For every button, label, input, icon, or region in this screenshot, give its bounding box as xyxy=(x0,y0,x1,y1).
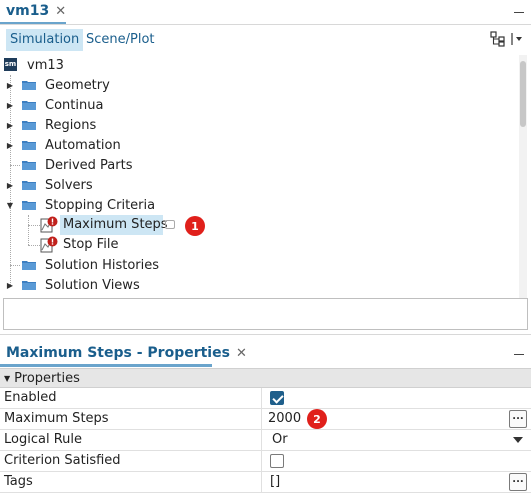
maximum-steps-field[interactable]: 2000 xyxy=(268,409,301,429)
callout-badge: 2 xyxy=(307,409,327,429)
tree-item-label: Solution Histories xyxy=(45,257,160,273)
expand-icon[interactable]: ▶ xyxy=(5,75,15,95)
properties-section-header[interactable]: ▼ Properties xyxy=(0,368,531,388)
tree-guide-line xyxy=(28,245,40,246)
tree-item-label: Maximum Steps xyxy=(63,217,168,232)
logical-rule-select[interactable]: Or xyxy=(272,430,288,450)
tree-item-geometry[interactable]: ▶ Geometry xyxy=(0,75,300,95)
minimize-icon[interactable] xyxy=(514,354,524,355)
tree-item-label: Stop File xyxy=(63,237,119,252)
tab-vm13[interactable]: vm13 ✕ xyxy=(0,0,72,22)
property-row-logical-rule: Logical Rule Or xyxy=(0,430,531,451)
tree-guide-line xyxy=(10,165,20,166)
property-name: Enabled xyxy=(4,388,262,408)
sim-icon: sm xyxy=(4,58,17,71)
expand-icon[interactable]: ▶ xyxy=(5,175,15,195)
tree-item-label: Continua xyxy=(45,97,104,113)
tree-item-maximum-steps[interactable]: Maximum Steps xyxy=(40,215,190,235)
tab-simulation-label: Simulation xyxy=(10,32,80,47)
tab-properties[interactable]: Maximum Steps - Properties ✕ xyxy=(0,342,253,364)
tags-field[interactable]: [] xyxy=(270,472,280,492)
property-name: Logical Rule xyxy=(4,430,262,450)
tree-item-derived-parts[interactable]: Derived Parts xyxy=(0,155,300,175)
criterion-satisfied-checkbox[interactable] xyxy=(270,454,284,468)
close-icon[interactable]: ✕ xyxy=(55,4,66,19)
expand-icon[interactable]: ▶ xyxy=(5,135,15,155)
folder-icon xyxy=(22,200,36,210)
property-row-maximum-steps: Maximum Steps 2000 2 ... xyxy=(0,409,531,430)
divider xyxy=(0,24,531,25)
property-name: Maximum Steps xyxy=(4,409,262,429)
property-name: Criterion Satisfied xyxy=(4,451,262,471)
expand-icon[interactable]: ▶ xyxy=(5,115,15,135)
folder-icon xyxy=(22,100,36,110)
scrollbar-thumb[interactable] xyxy=(520,61,526,127)
tab-simulation[interactable]: Simulation xyxy=(6,29,84,51)
description-box xyxy=(3,298,528,330)
property-row-criterion-satisfied: Criterion Satisfied xyxy=(0,451,531,472)
tree-item-regions[interactable]: ▶ Regions xyxy=(0,115,300,135)
tree-item-label: Regions xyxy=(45,117,97,133)
collapse-icon[interactable]: ▼ xyxy=(4,374,10,383)
callout-badge: 1 xyxy=(185,216,205,236)
tree-guide-line xyxy=(28,225,40,226)
comment-icon xyxy=(165,220,175,229)
tab-scene-plot[interactable]: Scene/Plot xyxy=(82,29,159,51)
ellipsis-button[interactable]: ... xyxy=(509,410,527,428)
properties-title: Maximum Steps - Properties xyxy=(6,345,230,361)
chevron-down-icon[interactable] xyxy=(513,437,523,443)
enabled-checkbox[interactable] xyxy=(270,391,284,405)
folder-icon xyxy=(22,180,36,190)
property-name: Tags xyxy=(4,472,262,492)
tree-item-solution-views[interactable]: ▶ Solution Views xyxy=(0,275,300,295)
tree-item-solvers[interactable]: ▶ Solvers xyxy=(0,175,300,195)
folder-icon xyxy=(22,260,36,270)
folder-icon xyxy=(22,80,36,90)
simulation-tree: sm vm13 ▶ Geometry ▶ Continua ▶ Regions … xyxy=(0,55,516,295)
tree-item-label: Stopping Criteria xyxy=(45,197,156,213)
tree-item-automation[interactable]: ▶ Automation xyxy=(0,135,300,155)
tree-guide-line xyxy=(28,215,29,245)
folder-icon xyxy=(22,140,36,150)
stopping-criterion-icon xyxy=(40,216,58,234)
property-row-tags: Tags [] ... xyxy=(0,472,531,493)
vertical-scrollbar[interactable] xyxy=(519,55,527,298)
folder-icon xyxy=(22,280,36,290)
folder-icon xyxy=(22,120,36,130)
close-icon[interactable]: ✕ xyxy=(236,346,247,361)
hierarchy-icon[interactable] xyxy=(490,31,506,47)
tree-item-stopping-criteria[interactable]: ▼ Stopping Criteria xyxy=(0,195,300,215)
dropdown-menu-icon[interactable] xyxy=(510,31,524,47)
tree-item-label: Automation xyxy=(45,137,121,153)
property-row-enabled: Enabled xyxy=(0,388,531,409)
collapse-icon[interactable]: ▼ xyxy=(5,195,15,215)
tree-item-continua[interactable]: ▶ Continua xyxy=(0,95,300,115)
tree-item-label: vm13 xyxy=(27,57,64,73)
tree-item-label: Solution Views xyxy=(45,277,140,293)
expand-icon[interactable]: ▶ xyxy=(5,275,15,295)
stopping-criterion-icon xyxy=(40,236,58,254)
tab-title: vm13 xyxy=(6,3,50,19)
tree-item-label: Derived Parts xyxy=(45,157,133,173)
tree-item-stop-file[interactable]: Stop File xyxy=(40,235,190,255)
tree-root-vm13[interactable]: sm vm13 xyxy=(4,55,64,75)
folder-icon xyxy=(22,160,36,170)
tree-guide-line xyxy=(10,265,20,266)
ellipsis-button[interactable]: ... xyxy=(509,473,527,491)
section-label: Properties xyxy=(14,370,80,386)
tree-item-label: Solvers xyxy=(45,177,93,193)
expand-icon[interactable]: ▶ xyxy=(5,95,15,115)
active-tab-indicator xyxy=(0,364,212,367)
tree-item-label: Geometry xyxy=(45,77,110,93)
minimize-icon[interactable] xyxy=(514,12,524,13)
tab-scene-plot-label: Scene/Plot xyxy=(86,32,155,47)
tree-item-solution-histories[interactable]: Solution Histories xyxy=(0,255,300,275)
panel-divider xyxy=(0,334,531,335)
